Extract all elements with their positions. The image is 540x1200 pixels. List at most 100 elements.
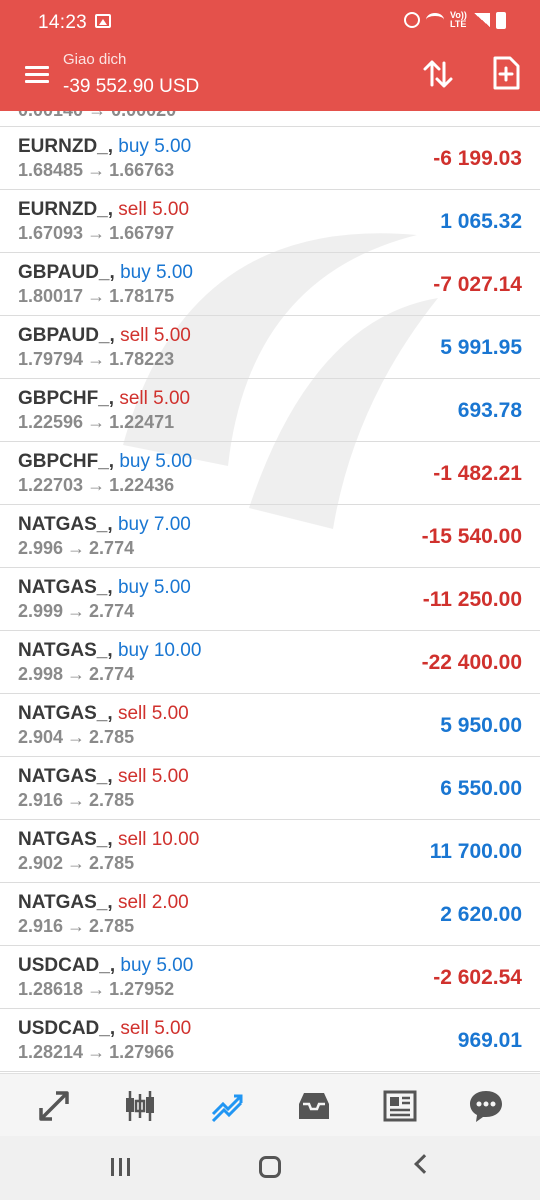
chat-icon[interactable] — [468, 1088, 504, 1124]
position-symbol: GBPCHF_ — [18, 388, 109, 409]
position-prices: 1.79794 → 1.78223 — [18, 349, 174, 370]
position-profit: -6 199.03 — [433, 147, 522, 170]
position-profit: -1 482.21 — [433, 462, 522, 485]
total-profit: -39 552.90 USD — [63, 76, 200, 97]
history-icon[interactable] — [296, 1088, 332, 1124]
position-symbol: NATGAS_ — [18, 514, 108, 535]
recent-apps-icon[interactable] — [111, 1158, 131, 1176]
new-order-icon[interactable] — [492, 56, 520, 90]
position-title: USDCAD_, sell 5.00 — [18, 1018, 191, 1040]
positions-list[interactable]: 0.00140 → 0.00020 EURNZD_, buy 5.001.684… — [0, 111, 540, 1073]
position-row[interactable]: GBPAUD_, sell 5.00 1.79794 → 1.78223 5 991.9… — [0, 316, 540, 379]
position-row[interactable]: EURNZD_, sell 5.00 1.67093 → 1.66797 1 065.3… — [0, 190, 540, 253]
current-price: 2.785 — [89, 790, 135, 810]
partial-position-row[interactable]: 0.00140 → 0.00020 — [0, 111, 540, 127]
position-row[interactable]: USDCAD_, sell 5.00 1.28214 → 1.27966 969.01 — [0, 1009, 540, 1072]
position-type-volume: sell 5.00 — [117, 703, 189, 724]
position-title: NATGAS_, buy 10.00 — [18, 640, 201, 662]
position-prices: 2.902 → 2.785 — [18, 853, 134, 874]
position-type-volume: sell 5.00 — [120, 325, 191, 346]
position-prices: 2.996 → 2.774 — [18, 538, 134, 559]
position-type-volume: sell 2.00 — [117, 892, 189, 913]
position-title: EURNZD_, buy 5.00 — [18, 136, 191, 158]
alarm-icon — [404, 12, 420, 28]
wifi-icon — [426, 13, 444, 27]
current-price: 2.785 — [89, 853, 135, 873]
position-prices: 1.28214 → 1.27966 — [18, 1042, 174, 1063]
battery-icon — [496, 11, 506, 29]
separator: , — [107, 136, 119, 157]
position-row[interactable]: NATGAS_, sell 5.00 2.916 → 2.785 6 550.00 — [0, 757, 540, 820]
menu-icon[interactable] — [25, 66, 49, 84]
open-price: 2.916 — [18, 916, 64, 936]
position-type-volume: buy 10.00 — [117, 640, 202, 661]
position-type-volume: sell 5.00 — [117, 766, 189, 787]
open-price: 1.22703 — [18, 475, 84, 495]
position-row[interactable]: USDCAD_, buy 5.00 1.28618 → 1.27952 -2 602.5… — [0, 946, 540, 1009]
current-price: 1.27966 — [109, 1042, 175, 1062]
arrow-icon: → — [67, 664, 86, 684]
system-nav-bar — [0, 1136, 540, 1200]
position-profit: -15 540.00 — [421, 525, 522, 548]
arrow-icon: → — [87, 286, 106, 306]
position-title: EURNZD_, sell 5.00 — [18, 199, 189, 221]
position-prices: 2.999 → 2.774 — [18, 601, 134, 622]
position-row[interactable]: EURNZD_, buy 5.00 1.68485 → 1.66763 -6 199.0… — [0, 127, 540, 190]
quotes-icon[interactable] — [36, 1088, 72, 1124]
separator: , — [107, 892, 118, 913]
position-title: NATGAS_, buy 7.00 — [18, 514, 191, 536]
signal-icon — [474, 13, 490, 27]
position-symbol: NATGAS_ — [18, 577, 108, 598]
position-profit: 5 950.00 — [440, 714, 522, 737]
position-title: NATGAS_, sell 2.00 — [18, 892, 189, 914]
position-row[interactable]: NATGAS_, sell 10.00 2.902 → 2.785 11 700.00 — [0, 820, 540, 883]
status-icons: Vo)) LTE — [404, 11, 506, 29]
position-title: NATGAS_, sell 5.00 — [18, 703, 189, 725]
open-price: 1.80017 — [18, 286, 84, 306]
position-row[interactable]: NATGAS_, sell 5.00 2.904 → 2.785 5 950.00 — [0, 694, 540, 757]
position-prices: 2.998 → 2.774 — [18, 664, 134, 685]
position-type-volume: sell 5.00 — [119, 388, 191, 409]
position-profit: -7 027.14 — [433, 273, 522, 296]
sort-icon[interactable] — [422, 58, 454, 90]
position-row[interactable]: GBPAUD_, buy 5.00 1.80017 → 1.78175 -7 027.1… — [0, 253, 540, 316]
back-icon[interactable] — [414, 1154, 434, 1174]
position-symbol: USDCAD_ — [18, 955, 110, 976]
position-title: USDCAD_, buy 5.00 — [18, 955, 193, 977]
position-profit: 969.01 — [457, 1029, 522, 1052]
news-icon[interactable] — [382, 1088, 418, 1124]
position-row[interactable]: NATGAS_, sell 2.00 2.916 → 2.785 2 620.00 — [0, 883, 540, 946]
position-profit: 2 620.00 — [440, 903, 522, 926]
arrow-icon: → — [87, 223, 106, 243]
position-row[interactable]: GBPCHF_, buy 5.00 1.22703 → 1.22436 -1 482.2… — [0, 442, 540, 505]
open-price: 2.998 — [18, 664, 64, 684]
current-price: 2.774 — [89, 601, 135, 621]
current-price: 2.785 — [89, 916, 135, 936]
status-time: 14:23 — [38, 12, 88, 33]
current-price: 1.22471 — [109, 412, 175, 432]
position-prices: 1.22596 → 1.22471 — [18, 412, 174, 433]
position-prices: 1.80017 → 1.78175 — [18, 286, 174, 307]
position-type-volume: buy 5.00 — [120, 955, 194, 976]
position-row[interactable]: NATGAS_, buy 5.00 2.999 → 2.774 -11 250.00 — [0, 568, 540, 631]
position-row[interactable]: NATGAS_, buy 7.00 2.996 → 2.774 -15 540.00 — [0, 505, 540, 568]
position-title: NATGAS_, buy 5.00 — [18, 577, 191, 599]
position-prices: 1.67093 → 1.66797 — [18, 223, 174, 244]
current-price: 1.78223 — [109, 349, 175, 369]
arrow-icon: → — [67, 916, 86, 936]
volte-icon: Vo)) LTE — [450, 10, 467, 29]
home-icon[interactable] — [259, 1156, 281, 1178]
position-row[interactable]: GBPCHF_, sell 5.00 1.22596 → 1.22471 693.78 — [0, 379, 540, 442]
separator: , — [109, 262, 121, 283]
trade-icon[interactable] — [209, 1088, 245, 1124]
position-title: GBPAUD_, sell 5.00 — [18, 325, 191, 347]
partial-row-prices: 0.00140 → 0.00020 — [18, 111, 176, 121]
position-symbol: GBPCHF_ — [18, 451, 109, 472]
position-profit: -11 250.00 — [422, 588, 522, 611]
arrow-icon: → — [87, 475, 106, 495]
open-price: 1.79794 — [18, 349, 84, 369]
position-profit: 11 700.00 — [429, 840, 522, 863]
open-price: 1.28618 — [18, 979, 84, 999]
position-row[interactable]: NATGAS_, buy 10.00 2.998 → 2.774 -22 400.00 — [0, 631, 540, 694]
chart-icon[interactable] — [122, 1088, 158, 1124]
